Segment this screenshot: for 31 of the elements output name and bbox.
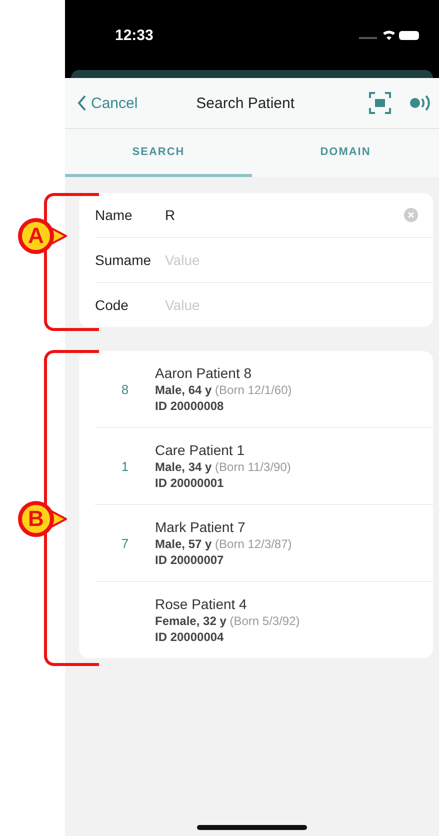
callout-pointer-icon bbox=[51, 509, 67, 529]
patient-details: Male, 64 y (Born 12/1/60) bbox=[155, 383, 292, 397]
patient-name: Mark Patient 7 bbox=[155, 519, 246, 535]
cancel-button[interactable]: Cancel bbox=[77, 94, 138, 112]
patient-id: ID 20000008 bbox=[155, 399, 225, 413]
patient-row[interactable]: 7 Mark Patient 7 Male, 57 y (Born 12/3/87) ID 20000007 bbox=[95, 504, 433, 581]
patient-row[interactable]: 1 Care Patient 1 Male, 34 y (Born 11/3/90) ID 20000001 bbox=[95, 427, 433, 504]
patient-details: Male, 57 y (Born 12/3/87) bbox=[155, 537, 292, 551]
callout-pointer-icon bbox=[51, 226, 67, 246]
field-label: Code bbox=[95, 297, 130, 313]
patient-name: Rose Patient 4 bbox=[155, 596, 248, 612]
patient-id: ID 20000001 bbox=[155, 476, 225, 490]
text-field[interactable]: R bbox=[165, 207, 403, 223]
scan-icon[interactable] bbox=[367, 90, 393, 116]
patient-row[interactable]: 8 Aaron Patient 8 Male, 64 y (Born 12/1/60) ID 20000008 bbox=[95, 351, 433, 427]
back-chevron-icon bbox=[77, 95, 87, 111]
bed-number: 8 bbox=[121, 382, 129, 396]
field-label: Sumame bbox=[95, 252, 152, 268]
patient-name: Care Patient 1 bbox=[155, 442, 246, 458]
patient-details: Female, 32 y (Born 5/3/92) bbox=[155, 614, 300, 628]
patient-row[interactable]: Rose Patient 4 Female, 32 y (Born 5/3/92) ID 20000004 bbox=[95, 581, 433, 658]
bed-number: 1 bbox=[121, 458, 129, 474]
bed-number: 7 bbox=[121, 536, 129, 550]
field-label: Name bbox=[95, 207, 134, 223]
patient-name: Aaron Patient 8 bbox=[155, 365, 253, 381]
patient-details: Male, 34 y (Born 11/3/90) bbox=[155, 460, 291, 474]
status-time: 12:33 bbox=[115, 26, 154, 44]
patient-id: ID 20000007 bbox=[155, 553, 225, 567]
patient-id: ID 20000004 bbox=[155, 630, 225, 644]
status-icons bbox=[359, 28, 419, 42]
screen-title: Search Patient bbox=[195, 94, 296, 112]
